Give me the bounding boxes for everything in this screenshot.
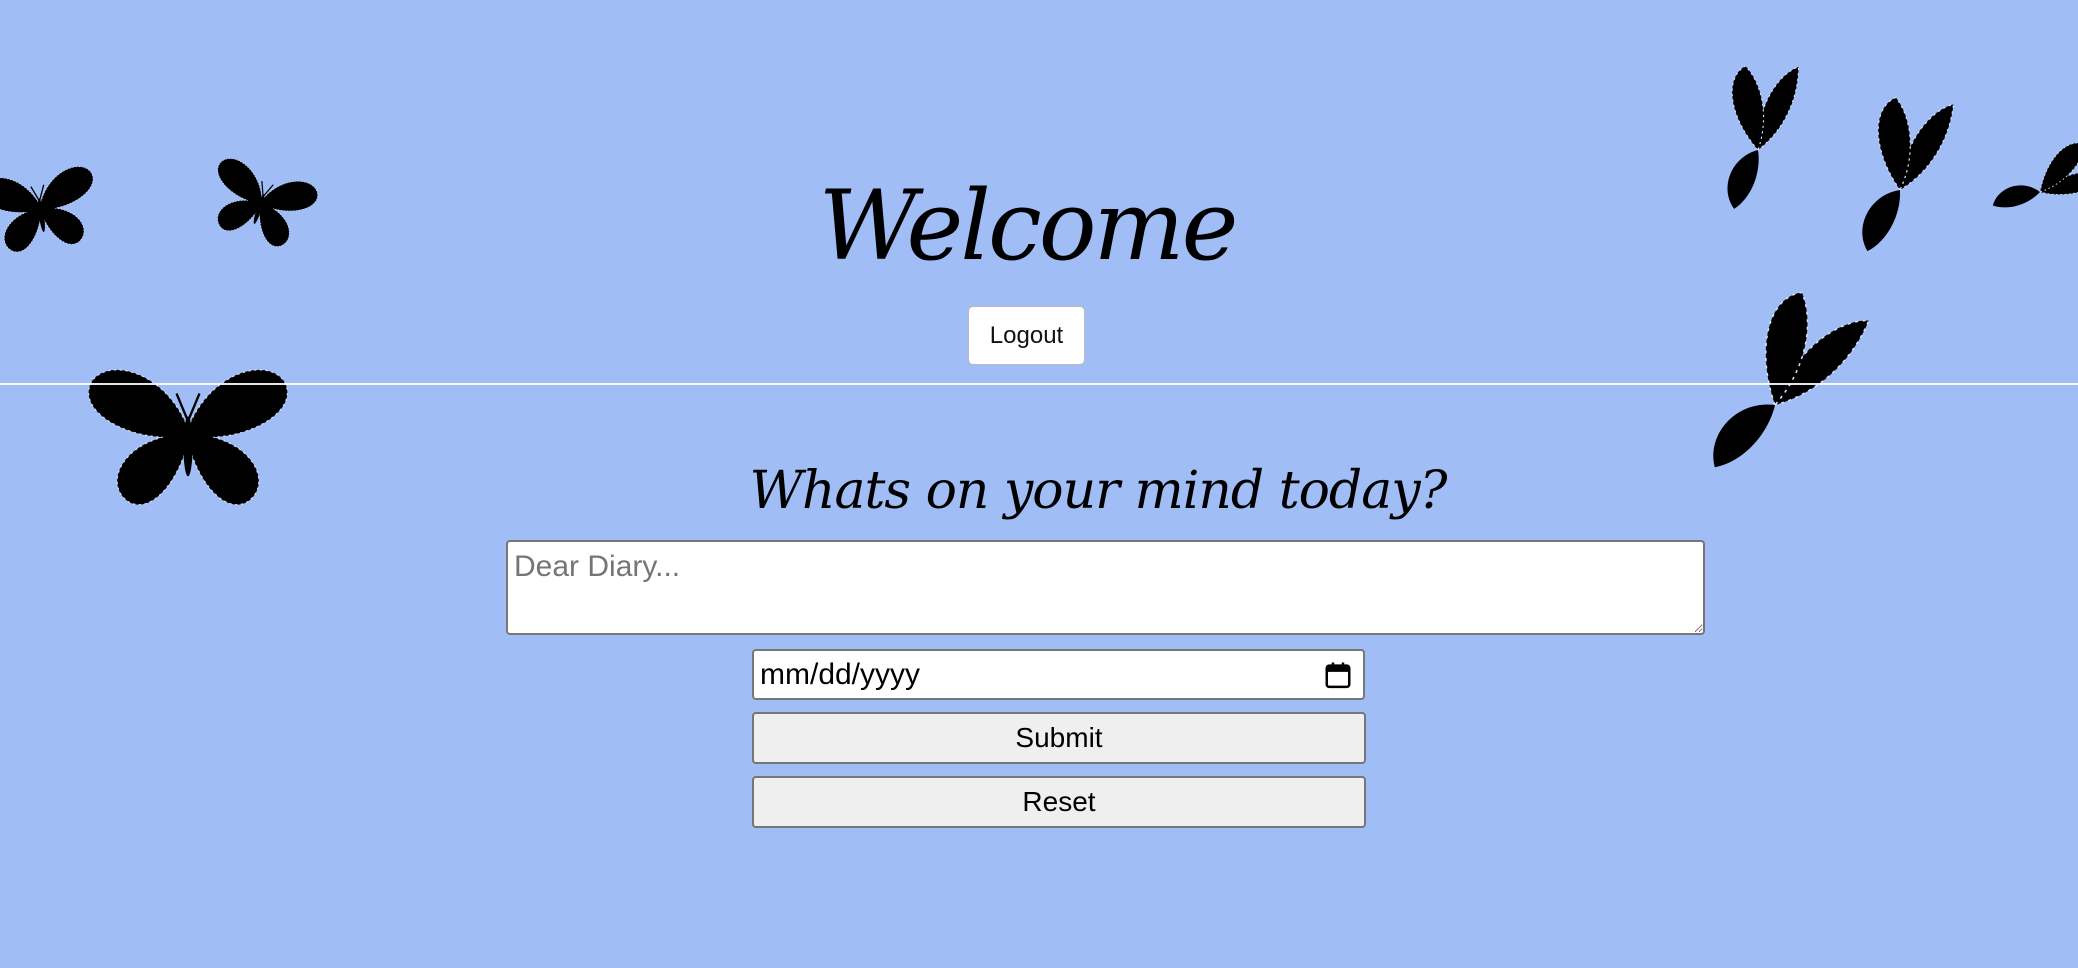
reset-button[interactable]: Reset (752, 776, 1366, 828)
logout-button[interactable]: Logout (968, 306, 1085, 365)
page-title: Welcome (818, 170, 1239, 282)
submit-button[interactable]: Submit (752, 712, 1366, 764)
calendar-icon[interactable] (1323, 660, 1353, 690)
divider (0, 383, 2078, 385)
diary-entry-textarea[interactable] (506, 540, 1705, 635)
date-placeholder: mm/dd/yyyy (760, 658, 921, 691)
diary-prompt: Whats on your mind today? (749, 461, 1448, 521)
date-input[interactable]: mm/dd/yyyy (752, 649, 1365, 700)
